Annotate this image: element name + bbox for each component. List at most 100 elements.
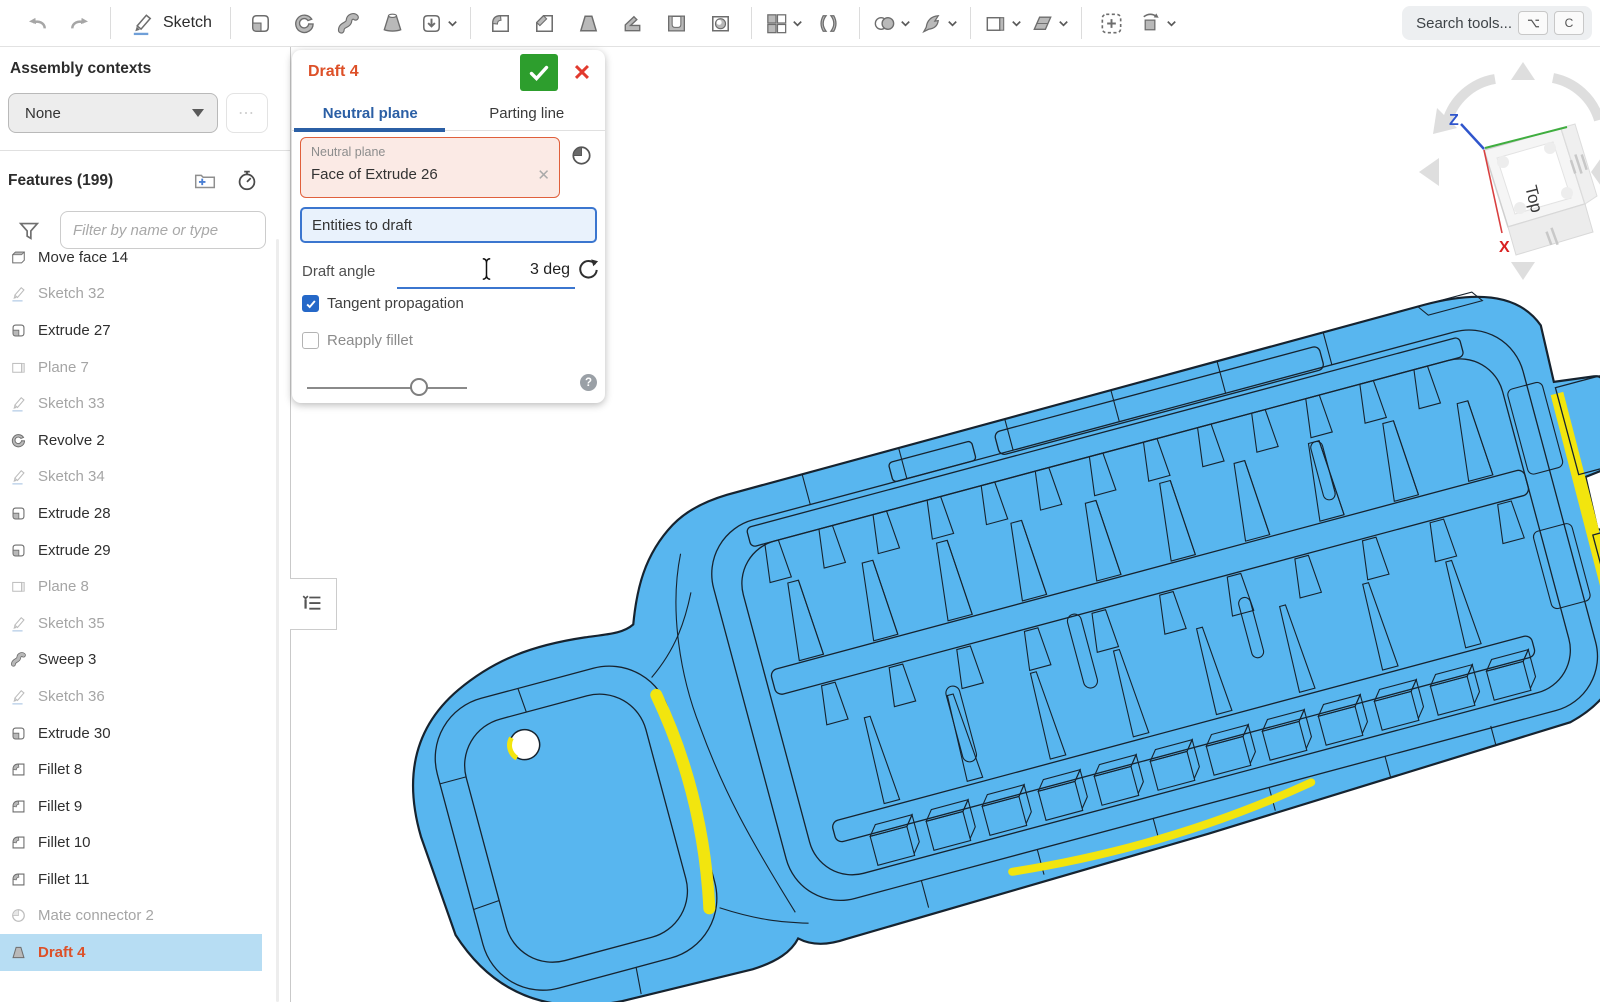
tool-draft[interactable] [567, 3, 611, 43]
flip-direction-icon[interactable] [577, 258, 599, 280]
feature-item-fillet-11[interactable]: Fillet 11 [0, 861, 262, 898]
tool-mate-connector[interactable] [1090, 3, 1134, 43]
option-key-icon [1518, 11, 1548, 35]
tool-mirror[interactable] [807, 3, 851, 43]
tool-undo[interactable] [14, 3, 58, 43]
tool-redo[interactable] [58, 3, 102, 43]
rotate-left-arrow[interactable] [1419, 158, 1439, 186]
draft-icon [575, 10, 602, 37]
revolve-icon [291, 10, 318, 37]
tangent-propagation-checkbox[interactable]: Tangent propagation [302, 295, 464, 312]
feature-list-scrollbar[interactable] [276, 239, 279, 1002]
commit-button[interactable] [520, 54, 558, 91]
boolean-icon [871, 10, 898, 37]
detail-slider[interactable] [307, 387, 467, 389]
feature-list-flyout-toggle[interactable] [290, 578, 337, 630]
feature-label: Extrude 28 [38, 505, 111, 522]
rollback-stopwatch-icon[interactable] [234, 167, 260, 193]
feature-label: Sketch 36 [38, 688, 105, 705]
feature-item-sweep-3[interactable]: Sweep 3 [0, 642, 262, 679]
feature-item-sketch-36[interactable]: Sketch 36 [0, 678, 262, 715]
sidebar: Assembly contexts None ⋯ Features (199) … [0, 46, 291, 1002]
feature-item-revolve-2[interactable]: Revolve 2 [0, 422, 262, 459]
new-folder-icon[interactable] [192, 168, 218, 194]
feature-item-extrude-28[interactable]: Extrude 28 [0, 495, 262, 532]
tool-linear-pattern[interactable] [760, 3, 807, 43]
rib-icon [619, 10, 646, 37]
feature-item-sketch-33[interactable]: Sketch 33 [0, 385, 262, 422]
z-axis-line [1461, 124, 1484, 149]
extrude-icon [9, 504, 28, 523]
chevron-down-icon [946, 17, 959, 30]
fillet-icon [9, 833, 28, 852]
chevron-down-icon [1010, 17, 1023, 30]
search-tools-box[interactable]: Search tools... C [1402, 6, 1592, 40]
split-icon [918, 10, 945, 37]
feature-item-sketch-32[interactable]: Sketch 32 [0, 276, 262, 313]
feature-item-plane-8[interactable]: Plane 8 [0, 568, 262, 605]
feature-item-mate-connector-2[interactable]: Mate connector 2 [0, 898, 262, 935]
fillet-icon [487, 10, 514, 37]
slider-thumb[interactable] [410, 378, 428, 396]
mate-connector-icon[interactable] [568, 142, 595, 169]
feature-item-fillet-9[interactable]: Fillet 9 [0, 788, 262, 825]
help-icon[interactable]: ? [580, 374, 597, 391]
sidebar-divider [0, 150, 290, 151]
tool-rib[interactable] [611, 3, 655, 43]
sweep-icon [9, 650, 28, 669]
tool-chamfer[interactable] [523, 3, 567, 43]
entities-to-draft-selection[interactable]: Entities to draft [300, 207, 597, 243]
tool-thicken[interactable] [415, 3, 462, 43]
tool-split[interactable] [915, 3, 962, 43]
tool-boolean[interactable] [868, 3, 915, 43]
tool-loft[interactable] [371, 3, 415, 43]
feature-item-extrude-27[interactable]: Extrude 27 [0, 312, 262, 349]
feature-item-sketch-35[interactable]: Sketch 35 [0, 605, 262, 642]
reapply-fillet-checkbox[interactable]: Reapply fillet [302, 332, 413, 349]
assembly-context-dropdown[interactable]: None [8, 93, 218, 133]
feature-item-plane-7[interactable]: Plane 7 [0, 349, 262, 386]
feature-item-sketch-34[interactable]: Sketch 34 [0, 459, 262, 496]
dialog-tabs: Neutral plane Parting line [292, 96, 605, 131]
z-axis-label: Z [1449, 112, 1459, 129]
plane-icon [9, 358, 28, 377]
feature-toolbar: Sketch Search tools... C [0, 0, 1600, 47]
feature-item-move-face-14[interactable]: Move face 14 [0, 239, 262, 276]
tool-plane[interactable] [979, 3, 1026, 43]
tab-parting-line[interactable]: Parting line [449, 96, 606, 130]
feature-item-fillet-10[interactable]: Fillet 10 [0, 825, 262, 862]
tool-fillet[interactable] [479, 3, 523, 43]
tab-neutral-plane[interactable]: Neutral plane [292, 96, 449, 130]
tool-transform[interactable] [1134, 3, 1181, 43]
neutral-plane-selection[interactable]: Neutral plane Face of Extrude 26 ✕ [300, 137, 560, 198]
toolbar-divider [230, 7, 231, 39]
tool-shell[interactable] [655, 3, 699, 43]
tool-sketch[interactable]: Sketch [119, 3, 222, 43]
feature-item-draft-4[interactable]: Draft 4 [0, 934, 262, 971]
pencil-icon [9, 614, 28, 633]
assembly-context-more-button[interactable]: ⋯ [226, 93, 268, 133]
tool-extrude[interactable] [239, 3, 283, 43]
caret-down-icon [191, 108, 205, 118]
hole-icon [707, 10, 734, 37]
chevron-down-icon [446, 17, 459, 30]
tool-hole[interactable] [699, 3, 743, 43]
feature-item-extrude-30[interactable]: Extrude 30 [0, 715, 262, 752]
tool-offset-surface[interactable] [1026, 3, 1073, 43]
feature-label: Sweep 3 [38, 651, 96, 668]
thicken-icon [418, 10, 445, 37]
rotate-up-arrow[interactable] [1511, 62, 1535, 80]
clear-selection-icon[interactable]: ✕ [537, 166, 550, 184]
cancel-button[interactable]: ✕ [563, 54, 601, 91]
revolve-icon [9, 431, 28, 450]
rotate-cw-arrow[interactable] [1553, 78, 1599, 120]
chevron-down-icon [791, 17, 804, 30]
feature-label: Fillet 8 [38, 761, 82, 778]
feature-item-extrude-29[interactable]: Extrude 29 [0, 532, 262, 569]
rotate-down-arrow[interactable] [1511, 262, 1535, 280]
draft-angle-underline [397, 287, 575, 289]
feature-item-fillet-8[interactable]: Fillet 8 [0, 751, 262, 788]
view-cube[interactable]: Top Z X [1419, 62, 1600, 280]
tool-sweep[interactable] [327, 3, 371, 43]
tool-revolve[interactable] [283, 3, 327, 43]
